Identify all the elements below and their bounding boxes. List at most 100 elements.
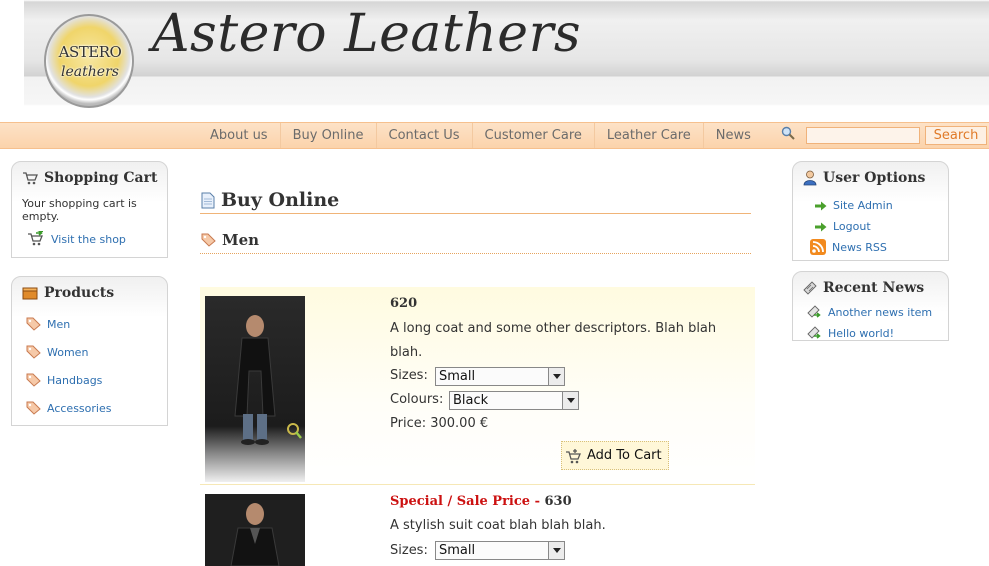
site-title: Astero Leathers — [152, 4, 582, 64]
title-divider — [200, 213, 751, 214]
category-divider — [200, 253, 751, 254]
colours-label: Colours: — [390, 392, 444, 407]
shopping-cart-title: Shopping Cart — [22, 170, 157, 186]
add-to-cart-label: Add To Cart — [587, 448, 662, 463]
logo-text-bottom: leathers — [61, 64, 119, 80]
product-item: 620 A long coat and some other descripto… — [200, 287, 755, 485]
category-women-link[interactable]: Women — [26, 345, 88, 359]
search-button[interactable]: Search — [925, 126, 987, 145]
chevron-down-icon — [548, 542, 564, 559]
recent-news-box: Recent News Another news item Hello worl… — [792, 271, 949, 341]
size-select-value: Small — [439, 543, 476, 558]
product-description: A long coat and some other descriptors. … — [390, 321, 717, 360]
news-item-2-text: Hello world! — [828, 326, 895, 340]
nav-leather-care[interactable]: Leather Care — [595, 123, 704, 148]
page-title: Buy Online — [201, 189, 339, 211]
category-women-text: Women — [47, 345, 89, 359]
cart-empty-text: Your shopping cart is empty. — [22, 197, 137, 223]
tag-icon — [26, 317, 41, 331]
cart-add-icon — [566, 448, 581, 463]
sale-label: Special / Sale Price — [390, 494, 531, 509]
rss-icon — [810, 239, 826, 255]
category-accessories-text: Accessories — [47, 401, 112, 415]
category-accessories-link[interactable]: Accessories — [26, 401, 111, 415]
news-item-icon — [807, 326, 821, 339]
size-select[interactable]: Small — [435, 367, 565, 386]
site-logo[interactable]: ASTERO leathers — [44, 14, 134, 108]
main-nav: About us Buy Online Contact Us Customer … — [198, 123, 763, 148]
logout-link[interactable]: Logout — [815, 220, 871, 233]
tag-icon — [26, 373, 41, 387]
product-item: Special / Sale Price - 630 A stylish sui… — [200, 487, 755, 566]
news-rss-link[interactable]: News RSS — [810, 239, 887, 255]
box-icon — [22, 287, 38, 300]
page-icon — [201, 192, 215, 208]
cart-arrow-icon — [28, 231, 43, 246]
news-rss-text: News RSS — [832, 240, 887, 254]
product-image[interactable] — [205, 296, 305, 482]
colour-select-value: Black — [453, 393, 489, 408]
visit-shop-text: Visit the shop — [51, 232, 126, 246]
category-handbags-link[interactable]: Handbags — [26, 373, 102, 387]
news-item-1-text: Another news item — [828, 305, 933, 319]
category-men-text: Men — [47, 317, 71, 331]
product-heading: Special / Sale Price - 630 — [390, 494, 572, 509]
product-description: A stylish suit coat blah blah blah. — [390, 518, 606, 533]
nav-news[interactable]: News — [704, 123, 763, 148]
user-options-title-text: User Options — [823, 170, 926, 186]
user-options-title: User Options — [803, 170, 925, 186]
user-icon — [803, 170, 817, 186]
products-title: Products — [22, 285, 114, 301]
nav-about-us[interactable]: About us — [198, 123, 281, 148]
news-item-1-link[interactable]: Another news item — [807, 305, 932, 319]
add-to-cart-button[interactable]: Add To Cart — [561, 441, 669, 470]
arrow-right-icon — [815, 201, 827, 210]
tag-icon — [26, 345, 41, 359]
colour-select[interactable]: Black — [449, 391, 579, 410]
logout-text: Logout — [833, 220, 871, 233]
nav-customer-care[interactable]: Customer Care — [473, 123, 595, 148]
site-header: ASTERO leathers Astero Leathers — [0, 0, 989, 122]
nav-buy-online[interactable]: Buy Online — [281, 123, 377, 148]
tag-icon — [201, 233, 216, 247]
news-item-icon — [807, 305, 821, 318]
product-photo — [230, 503, 280, 566]
nav-bar: About us Buy Online Contact Us Customer … — [0, 122, 989, 149]
size-select-value: Small — [439, 369, 476, 384]
shopping-cart-title-text: Shopping Cart — [44, 170, 158, 186]
product-code: 630 — [544, 494, 572, 509]
products-title-text: Products — [44, 285, 115, 301]
logo-text-top: ASTERO — [58, 43, 122, 61]
recent-news-title: Recent News — [803, 280, 924, 296]
site-admin-link[interactable]: Site Admin — [815, 199, 893, 212]
chevron-down-icon — [562, 392, 578, 409]
tag-icon — [26, 401, 41, 415]
chevron-down-icon — [548, 368, 564, 385]
category-handbags-text: Handbags — [47, 373, 103, 387]
visit-shop-link[interactable]: Visit the shop — [27, 231, 126, 247]
news-icon — [803, 281, 817, 295]
product-code: 620 — [390, 296, 418, 311]
category-men-link[interactable]: Men — [26, 317, 70, 331]
product-photo — [234, 315, 302, 445]
sizes-label: Sizes: — [390, 368, 428, 383]
header-left-margin — [0, 0, 24, 106]
category-heading-text: Men — [222, 231, 260, 249]
cart-icon — [23, 172, 38, 185]
news-item-2-link[interactable]: Hello world! — [807, 326, 894, 340]
code-separator: - — [530, 494, 545, 509]
sizes-label: Sizes: — [390, 543, 428, 558]
product-image[interactable] — [205, 494, 305, 566]
size-select[interactable]: Small — [435, 541, 565, 560]
search-input[interactable] — [806, 127, 920, 144]
page-title-text: Buy Online — [221, 189, 340, 211]
user-options-box: User Options Site Admin Logout News RSS — [792, 161, 949, 261]
product-price: Price: 300.00 € — [390, 416, 489, 431]
site-admin-text: Site Admin — [833, 199, 893, 212]
search-icon — [781, 126, 795, 140]
arrow-right-icon — [815, 222, 827, 231]
category-heading: Men — [201, 231, 259, 249]
nav-contact-us[interactable]: Contact Us — [377, 123, 473, 148]
shopping-cart-box: Shopping Cart Your shopping cart is empt… — [11, 161, 168, 258]
products-box: Products Men Women Handbags Accessories — [11, 276, 168, 426]
